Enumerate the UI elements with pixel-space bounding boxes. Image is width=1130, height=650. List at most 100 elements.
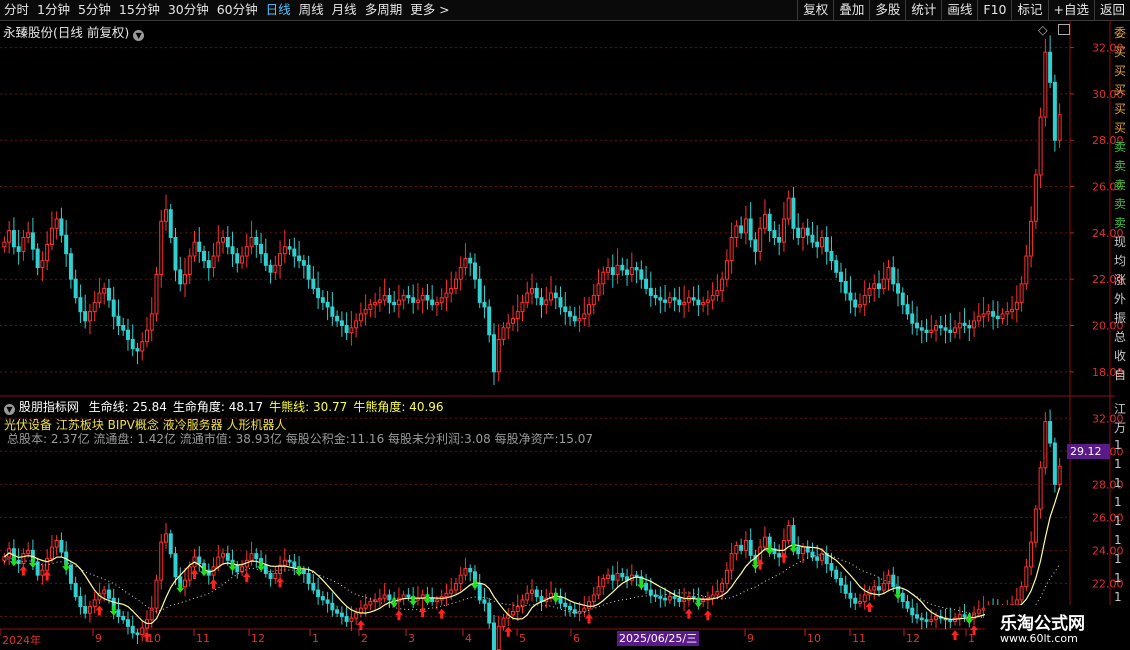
main-candle-body [45, 243, 50, 262]
main-candle-body [653, 294, 658, 299]
side-panel-char-17: 收 [1114, 349, 1127, 363]
side-panel-char-3: 买 [1114, 83, 1127, 97]
main-candle-body [259, 243, 264, 255]
main-candle-body [425, 294, 430, 301]
fundamentals-text: 总股本: 2.37亿 流通盘: 1.42亿 流通市值: 38.93亿 每股公积金… [7, 432, 593, 446]
ind-candle-body [853, 597, 858, 604]
buy-arrow [951, 630, 960, 641]
side-panel-char-14: 外 [1114, 292, 1127, 306]
main-candle-body [263, 253, 268, 266]
kline-chart-canvas[interactable]: 32.0030.0028.0026.0024.0022.0020.0018.00… [0, 0, 1130, 650]
ind-candle-body [282, 559, 287, 566]
main-candle-body [330, 306, 335, 317]
ind-candle-body [26, 549, 31, 555]
main-candle-body [491, 334, 496, 373]
main-candle-body [154, 274, 159, 315]
side-panel-char-19: 江 [1114, 402, 1127, 416]
main-candle-body [106, 287, 111, 301]
main-candle-body [862, 294, 867, 306]
ind-candle-body [800, 546, 805, 555]
ind-candle-body [320, 596, 325, 601]
main-candle-body [644, 278, 649, 289]
ind-candle-body [682, 599, 687, 603]
buy-arrow [209, 578, 218, 589]
indicator-dropdown-icon[interactable]: ▼ [4, 404, 15, 415]
main-candle-body [891, 267, 896, 285]
main-candle-body [948, 329, 953, 333]
main-candle-body [934, 325, 939, 331]
ind-candle-body [582, 607, 587, 612]
main-candle-body [1038, 116, 1043, 176]
ind-candle-body [724, 569, 729, 584]
side-panel-char-7: 卖 [1114, 159, 1127, 173]
diamond-icon[interactable]: ◇ [1038, 22, 1048, 37]
main-candle-body [682, 301, 687, 306]
side-panel-char-5: 买 [1114, 121, 1127, 135]
main-candle-body [35, 248, 40, 269]
ind-candle-body [1029, 541, 1034, 568]
main-candle-body [221, 237, 226, 243]
ind-candle-body [487, 602, 492, 624]
main-candle-body [530, 287, 534, 294]
ind-candle-body [135, 632, 140, 636]
main-candle-body [430, 299, 435, 306]
ind-candle-body [1052, 442, 1057, 485]
main-candle-body [582, 313, 587, 320]
side-panel-char-18: 自 [1114, 368, 1127, 382]
main-candle-body [615, 264, 620, 276]
ind-candle-body [87, 606, 92, 614]
watermark: 乐淘公式网 www.60lt.com [985, 605, 1130, 650]
buy-arrow [19, 565, 28, 576]
buy-arrow [394, 610, 403, 621]
main-candle-body [102, 287, 107, 294]
main-candle-body [591, 294, 596, 306]
main-candle-body [544, 299, 549, 306]
main-candle-body [800, 227, 805, 239]
ind-candle-body [568, 606, 573, 611]
main-candle-body [710, 294, 715, 301]
main-candle-body [501, 327, 506, 340]
side-panel-char-12: 均 [1114, 254, 1127, 268]
buy-arrow [865, 602, 874, 613]
main-candle-body [316, 287, 321, 299]
main-candle-body [83, 311, 88, 322]
date-label-13: 10 [807, 632, 821, 645]
date-label-10: 6 [573, 632, 580, 645]
side-panel-char-15: 振 [1114, 311, 1127, 325]
ind-candle-body [468, 568, 473, 573]
ind-candle-body [2, 556, 7, 561]
ind-candle-body [615, 573, 620, 581]
main-candle-body [1014, 301, 1019, 310]
main-candle-body [472, 262, 477, 280]
main-candle-body [159, 220, 164, 276]
main-candle-body [92, 301, 97, 313]
main-candle-body [344, 325, 349, 333]
main-candle-body [606, 267, 611, 273]
main-candle-body [377, 299, 382, 303]
ind-candle-body [458, 574, 463, 584]
main-candle-body [796, 227, 801, 239]
ind-candle-body [720, 582, 725, 593]
ind-candle-body [45, 558, 50, 571]
ind-candle-body [957, 614, 962, 619]
main-candle-body [197, 241, 202, 252]
buy-arrow [504, 626, 513, 637]
main-candle-body [549, 292, 554, 301]
date-label-2: 10 [147, 632, 161, 645]
sell-arrow [295, 566, 304, 577]
main-panel-title: 永臻股份(日线 前复权) ▼ [3, 22, 145, 41]
ind-candle-body [377, 597, 382, 601]
main-candle-body [496, 338, 501, 373]
main-candle-body [178, 269, 183, 285]
ind-candle-body [691, 596, 696, 599]
main-candle-body [382, 294, 387, 301]
main-candle-body [216, 241, 221, 257]
main-candle-body [468, 257, 473, 264]
main-candle-body [339, 320, 344, 327]
main-candle-body [420, 294, 425, 301]
ind-candle-body [1019, 586, 1024, 601]
window-icon[interactable] [1057, 24, 1070, 35]
dropdown-circle-icon[interactable]: ▼ [133, 30, 145, 41]
ind-candle-body [729, 553, 734, 571]
date-axis-highlight: 2025/06/25/三 [617, 631, 700, 646]
